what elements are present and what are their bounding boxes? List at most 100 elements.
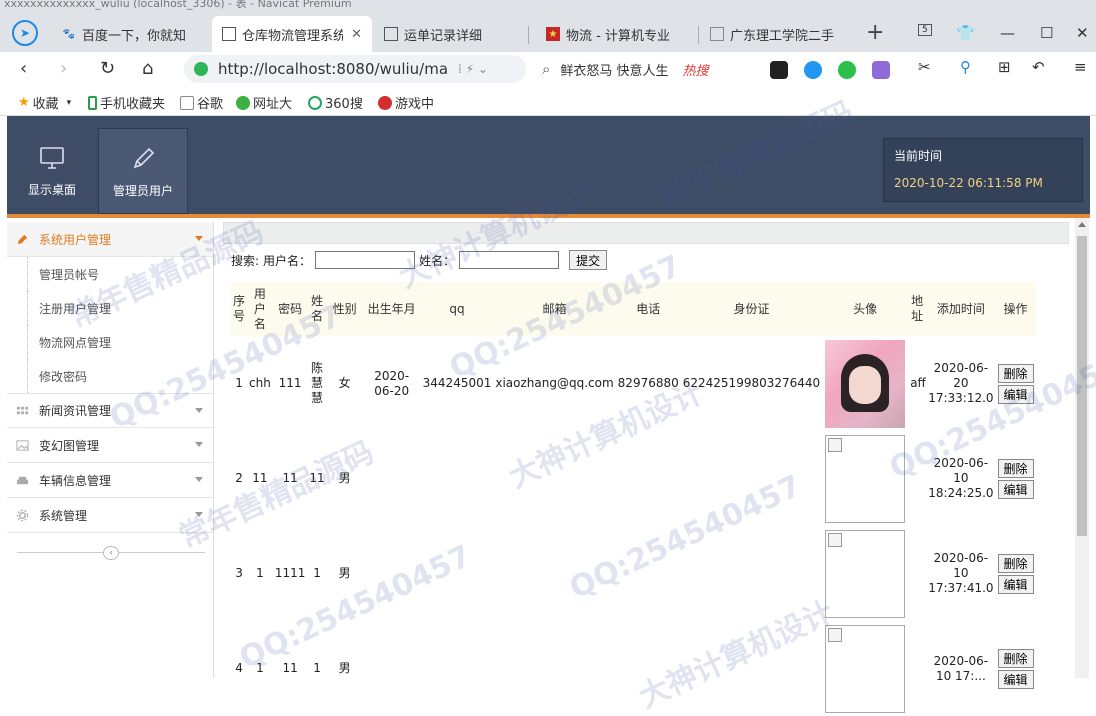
delete-button[interactable]: 删除 — [997, 363, 1034, 383]
cell-gender: 男 — [338, 661, 351, 675]
tab-gdlg[interactable]: 广东理工学院二手 — [700, 16, 838, 52]
bookmark-mobile[interactable]: 手机收藏夹 — [88, 93, 165, 112]
search-icon: ⌕ — [542, 60, 551, 78]
chat-icon[interactable] — [838, 61, 856, 79]
shirt-icon[interactable]: 👕 — [956, 24, 975, 42]
bookmark-games[interactable]: 游戏中 — [378, 93, 434, 112]
magnifier-icon[interactable]: ⚲ — [960, 58, 971, 76]
edit-button[interactable]: 编辑 — [997, 669, 1034, 689]
tab-warehouse-system[interactable]: 仓库物流管理系统 ✕ — [212, 16, 372, 52]
table-row: 1 chh 111 陈慧慧 女 2020-06-20 344245001 xia… — [231, 336, 1036, 431]
undo-icon[interactable]: ↶ — [1032, 58, 1045, 76]
minimize-button[interactable]: — — [1000, 24, 1015, 42]
delete-button[interactable]: 删除 — [997, 648, 1034, 668]
cell-added: 2020-06-10 17:... — [933, 653, 989, 683]
cell-idcard: 622425199803276440 — [682, 376, 821, 390]
edit-button[interactable]: 编辑 — [997, 384, 1034, 404]
sidebar-group-news[interactable]: 新闻资讯管理 — [7, 393, 213, 428]
broken-image-icon — [825, 624, 906, 713]
sidebar-group-carousel[interactable]: 变幻图管理 — [7, 428, 213, 463]
scissors-icon[interactable]: ✂ — [918, 58, 931, 76]
username-label: 用户名： — [263, 253, 312, 268]
sidebar-collapse-handle[interactable]: ‹ — [17, 546, 205, 560]
reload-icon[interactable]: ↻ — [100, 58, 115, 79]
back-icon[interactable]: ‹ — [20, 58, 27, 79]
caret-down-icon — [195, 477, 203, 482]
new-tab-button[interactable]: + — [866, 20, 884, 45]
bookmark-hao[interactable]: 网址大 — [236, 93, 292, 112]
name-search-input[interactable] — [459, 251, 560, 269]
home-icon[interactable]: ⌂ — [142, 58, 153, 79]
delete-button[interactable]: 删除 — [997, 553, 1034, 573]
sidebar-group-system[interactable]: 系统管理 — [7, 498, 213, 533]
cell-avatar — [822, 621, 908, 716]
tv-icon[interactable] — [770, 61, 788, 79]
url-field[interactable]: http://localhost:8080/wuliu/main ⁞ ⚡ ⌄ — [184, 55, 526, 83]
broken-image-icon — [825, 529, 906, 618]
sidebar-toggle-icon[interactable]: 5 — [918, 24, 932, 36]
scroll-up-icon[interactable] — [1078, 222, 1086, 227]
sidebar-item-registered-users[interactable]: 注册用户管理 — [7, 291, 213, 325]
cell-actions: 删除 编辑 — [996, 336, 1036, 431]
cell-qq: 344245001 — [422, 376, 492, 390]
apps-grid-icon[interactable]: ⊞ — [998, 58, 1011, 76]
caret-down-icon — [195, 512, 203, 517]
app-header: 显示桌面 管理员用户 当前时间 2020-10-22 06:11:58 PM — [7, 128, 1090, 214]
sidebar-item-change-password[interactable]: 修改密码 — [7, 359, 213, 393]
cell-actions: 删除 编辑 — [996, 431, 1036, 526]
caret-down-icon — [195, 408, 203, 413]
column-header: 头像 — [822, 282, 909, 336]
submit-button[interactable]: 提交 — [569, 250, 608, 270]
close-icon[interactable]: ✕ — [351, 27, 362, 42]
cell-email: xiaozhang@qq.com — [495, 376, 614, 390]
cell-phone: 82976880 — [617, 376, 679, 390]
tab-label: 广东理工学院二手 — [730, 28, 835, 44]
sidebar-item-admin-accounts[interactable]: 管理员帐号 — [7, 257, 213, 291]
sidebar-group-vehicles[interactable]: 车辆信息管理 — [7, 463, 213, 498]
close-window-button[interactable]: ✕ — [1076, 24, 1089, 42]
forward-icon[interactable]: › — [60, 58, 67, 79]
nav-show-desktop[interactable]: 显示桌面 — [7, 128, 97, 214]
translate-icon[interactable] — [872, 61, 890, 79]
browser-logo-icon[interactable]: ➤ — [12, 20, 38, 46]
cell-username: 11 — [252, 471, 268, 485]
maximize-button[interactable]: ☐ — [1040, 24, 1053, 42]
cell-email — [493, 526, 615, 621]
bookmark-google[interactable]: 谷歌 — [180, 93, 223, 112]
username-search-input[interactable] — [315, 251, 416, 269]
tab-waybill-detail[interactable]: 运单记录详细 — [374, 16, 524, 52]
delete-button[interactable]: 删除 — [997, 458, 1034, 478]
menu-icon[interactable]: ≡ — [1074, 58, 1087, 76]
minus-circle-icon[interactable] — [804, 61, 822, 79]
cell-birth — [363, 621, 421, 716]
column-header: 身份证 — [680, 282, 823, 336]
browser-search[interactable]: ⌕ 鲜衣怒马 快意人生 热搜 — [542, 55, 752, 83]
table-header-row: 序号 用户名 密码 姓名 性别 出生年月 qq 邮箱 电话 身份证 头像 地址 … — [231, 282, 1036, 336]
edit-button[interactable]: 编辑 — [997, 479, 1034, 499]
cell-password: 11 — [282, 471, 298, 485]
table-row: 3 1 1111 1 男 2020-06-10 17:37:41.0 删除 编辑 — [231, 526, 1036, 621]
bookmark-360[interactable]: 360搜 — [308, 93, 363, 112]
cell-birth — [363, 431, 421, 526]
star-icon: ★ — [18, 95, 30, 110]
page-icon — [222, 27, 236, 41]
tab-logistics[interactable]: ★ 物流 - 计算机专业 — [536, 16, 696, 52]
scroll-thumb[interactable] — [1077, 236, 1087, 536]
column-header: 密码 — [272, 282, 308, 336]
chevron-left-icon[interactable]: ‹ — [103, 546, 119, 560]
tab-label: 物流 - 计算机专业 — [566, 28, 670, 44]
tab-baidu[interactable]: 🐾 百度一下，你就知 — [52, 16, 212, 52]
edit-button[interactable]: 编辑 — [997, 574, 1034, 594]
cell-name: 1 — [313, 566, 321, 580]
cell-idcard — [681, 526, 822, 621]
sidebar-item-logistics-sites[interactable]: 物流网点管理 — [7, 325, 213, 359]
sidebar-group-system-users[interactable]: 系统用户管理 — [7, 222, 213, 257]
cell-phone — [616, 621, 681, 716]
nav-admin-users[interactable]: 管理员用户 — [98, 128, 188, 214]
cell-username: chh — [249, 376, 271, 390]
url-tools-icon[interactable]: ⁞ ⚡ ⌄ — [458, 62, 488, 76]
bookmark-favorites[interactable]: ★ 收藏 ▾ — [18, 93, 71, 112]
clock-label: 当前时间 — [894, 149, 943, 163]
vertical-scrollbar[interactable] — [1075, 218, 1089, 678]
window-title: xxxxxxxxxxxxxx_wuliu (localhost_3306) - … — [4, 0, 352, 10]
